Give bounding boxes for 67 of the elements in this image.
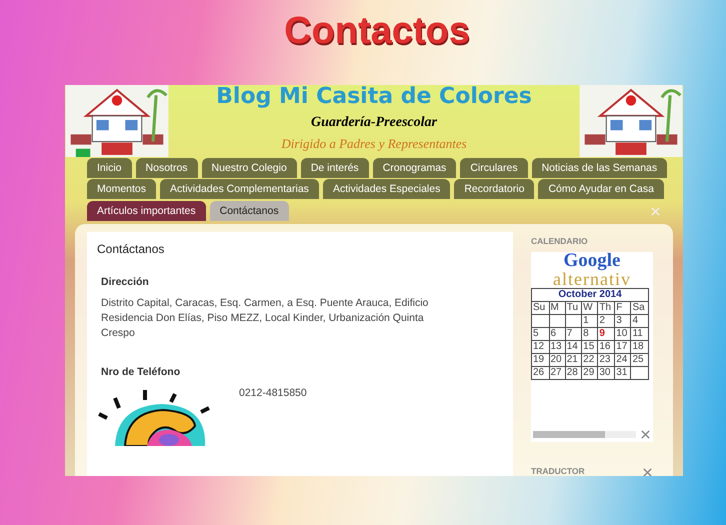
day-cell[interactable]: 10	[614, 328, 631, 340]
logo-text: alternativ	[553, 270, 631, 288]
nav-tab[interactable]: Artículos importantes	[87, 201, 206, 221]
day-cell[interactable]: 7	[565, 328, 582, 340]
nav-tab[interactable]: Inicio	[87, 158, 132, 178]
slide-title: Contactos	[284, 9, 470, 54]
day-cell[interactable]: 28	[565, 366, 582, 380]
weekday-cell: W	[582, 302, 598, 314]
day-cell[interactable]: 24	[614, 354, 631, 366]
horizontal-scrollbar[interactable]	[533, 431, 636, 438]
day-cell[interactable]: 15	[582, 340, 598, 354]
day-cell[interactable]: 29	[582, 366, 598, 380]
day-cell[interactable]: 11	[630, 328, 648, 340]
day-cell[interactable]: 1	[582, 314, 598, 328]
weekday-cell: Su	[532, 302, 549, 314]
weekday-cell: Sa	[630, 302, 648, 314]
nav-tab[interactable]: Cómo Ayudar en Casa	[538, 179, 664, 199]
weekday-cell: F	[614, 302, 631, 314]
day-cell[interactable]: 22	[582, 354, 598, 366]
address-text: Distrito Capital, Caracas, Esq. Carmen, a Esq. Puente Arauca, Edificio Residencia Don Elías, Piso MEZZ, Local Kinder, Urbanización Quinta Crespo	[101, 296, 429, 341]
blog-subtitle: Guardería-Preescolar	[311, 115, 437, 131]
phone-number: 0212-4815850	[239, 386, 307, 401]
weekday-cell: Tu	[565, 302, 582, 314]
nav-tab[interactable]: Circulares	[460, 158, 528, 178]
day-cell[interactable]: 31	[614, 366, 631, 380]
day-cell[interactable]: 4	[630, 314, 648, 328]
widget-heading: TRADUCTOR	[531, 466, 585, 476]
logo-text: Google	[564, 252, 620, 270]
nav-tab[interactable]: Recordatorio	[454, 179, 534, 199]
widget-heading: CALENDARIO	[531, 236, 589, 246]
nav-tab[interactable]: Actividades Especiales	[322, 179, 450, 199]
nav-tab[interactable]: Momentos	[87, 179, 156, 199]
day-cell[interactable]: 12	[532, 340, 549, 354]
weekday-cell: Th	[598, 302, 615, 314]
day-cell[interactable]: 21	[565, 354, 582, 366]
day-cell[interactable]: 6	[549, 328, 566, 340]
nav-tab[interactable]: Nosotros	[136, 158, 198, 178]
day-cell[interactable]: 23	[598, 354, 615, 366]
blog-title: Blog Mi Casita de Colores	[216, 85, 532, 109]
day-cell[interactable]: 18	[630, 340, 648, 354]
day-cell[interactable]: 27	[549, 366, 566, 380]
day-cell[interactable]: 13	[549, 340, 566, 354]
nav-tab[interactable]: Noticias de las Semanas	[532, 158, 668, 178]
blog-tagline: Dirigido a Padres y Representantes	[281, 136, 467, 152]
day-cell[interactable]: 26	[532, 366, 549, 380]
day-cell[interactable]: 16	[598, 340, 615, 354]
day-cell[interactable]: 30	[598, 366, 615, 380]
nav-tab[interactable]: Nuestro Colegio	[202, 158, 297, 178]
day-cell[interactable]: 25	[630, 354, 648, 366]
day-cell[interactable]: 3	[614, 314, 631, 328]
day-cell[interactable]: 9	[598, 328, 615, 340]
calendar-month: October 2014	[532, 288, 648, 302]
nav-tab[interactable]: Actividades Complementarias	[160, 179, 319, 199]
day-cell[interactable]: 2	[598, 314, 615, 328]
day-cell[interactable]: 14	[565, 340, 582, 354]
nav-tab[interactable]: Cronogramas	[372, 158, 456, 178]
day-cell[interactable]: 5	[532, 328, 549, 340]
section-heading: Dirección	[101, 276, 150, 288]
day-cell[interactable]: 19	[532, 354, 549, 366]
weekday-cell: M	[549, 302, 566, 314]
section-heading: Nro de Teléfono	[101, 366, 182, 378]
day-cell[interactable]: 8	[582, 328, 598, 340]
nav-tab[interactable]: De interés	[300, 158, 369, 178]
day-cell[interactable]: 17	[614, 340, 631, 354]
nav-tab[interactable]: Contáctanos	[210, 201, 289, 221]
day-cell[interactable]: 20	[549, 354, 566, 366]
post-title: Contáctanos	[97, 242, 166, 256]
